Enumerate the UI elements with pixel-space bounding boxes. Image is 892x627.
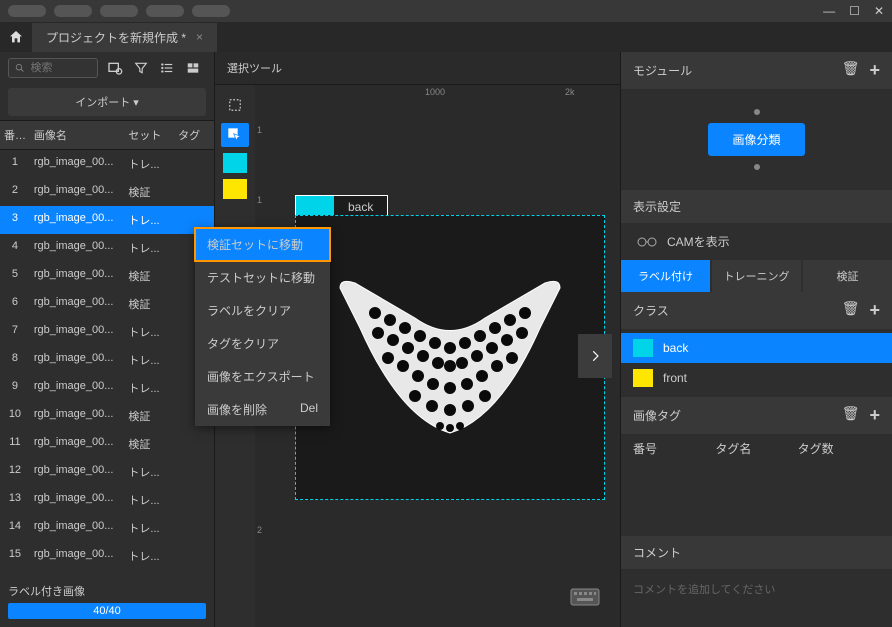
image-row[interactable]: 10rgb_image_00...検証	[0, 402, 214, 430]
image-row[interactable]: 1rgb_image_00...トレ...	[0, 150, 214, 178]
canvas-tool-label: 選択ツール	[215, 52, 620, 85]
col-tag[interactable]: タグ	[174, 121, 214, 149]
image-row[interactable]: 4rgb_image_00...トレ...	[0, 234, 214, 262]
project-tab[interactable]: プロジェクトを新規作成 * ×	[32, 23, 217, 52]
left-panel: インポート ▾ 番号 画像名 セット タグ 1rgb_image_00...トレ…	[0, 52, 215, 627]
glasses-icon	[637, 237, 657, 247]
image-row[interactable]: 15rgb_image_00...トレ...	[0, 542, 214, 570]
menu-pill[interactable]	[192, 5, 230, 17]
comment-header: コメント	[621, 536, 892, 569]
col-number[interactable]: 番号	[0, 121, 30, 149]
close-button[interactable]: ✕	[874, 4, 884, 18]
list-icon[interactable]	[158, 59, 176, 77]
menu-item: タグをクリア	[195, 327, 330, 360]
search-icon	[15, 62, 25, 74]
tag-columns: 番号 タグ名 タグ数	[621, 434, 892, 463]
image-row[interactable]: 9rgb_image_00...トレ...	[0, 374, 214, 402]
image-row[interactable]: 11rgb_image_00...検証	[0, 430, 214, 458]
mode-tabs: ラベル付け トレーニング 検証	[621, 260, 892, 292]
color-cyan[interactable]	[223, 153, 247, 173]
image-row[interactable]: 2rgb_image_00...検証	[0, 178, 214, 206]
col-set[interactable]: セット	[124, 121, 174, 149]
progress-label: ラベル付き画像	[8, 579, 206, 603]
menu-item[interactable]: ラベルをクリア	[195, 294, 330, 327]
class-list: backfront	[621, 329, 892, 397]
part-image	[320, 258, 580, 458]
image-table-header: 番号 画像名 セット タグ	[0, 120, 214, 150]
marquee-tool[interactable]	[221, 93, 249, 117]
node-dot	[754, 164, 760, 170]
maximize-button[interactable]: ☐	[849, 4, 860, 18]
titlebar: — ☐ ✕	[0, 0, 892, 22]
display-header: 表示設定	[621, 190, 892, 223]
keyboard-icon[interactable]	[570, 585, 600, 607]
import-button[interactable]: インポート ▾	[8, 88, 206, 116]
add-icon[interactable]: +	[869, 300, 880, 321]
image-tag-header: 画像タグ 🗑 +	[621, 397, 892, 434]
menu-pill[interactable]	[146, 5, 184, 17]
tab-validation[interactable]: 検証	[803, 260, 892, 292]
tab-training[interactable]: トレーニング	[712, 260, 801, 292]
image-frame[interactable]	[295, 215, 605, 500]
menu-pill[interactable]	[8, 5, 46, 17]
menu-item[interactable]: 画像をエクスポート	[195, 360, 330, 393]
class-header: クラス 🗑 +	[621, 292, 892, 329]
menu-item[interactable]: テストセットに移動	[195, 261, 330, 294]
add-icon[interactable]: +	[869, 60, 880, 81]
progress-bar: 40/40	[8, 603, 206, 619]
image-row[interactable]: 8rgb_image_00...トレ...	[0, 346, 214, 374]
module-chip[interactable]: 画像分類	[708, 123, 804, 156]
comment-input[interactable]: コメントを追加してください	[621, 569, 892, 609]
add-icon[interactable]: +	[869, 405, 880, 426]
image-row[interactable]: 7rgb_image_00...トレ...	[0, 318, 214, 346]
cam-toggle[interactable]: CAMを表示	[621, 223, 892, 260]
image-row[interactable]: 14rgb_image_00...トレ...	[0, 514, 214, 542]
tab-title: プロジェクトを新規作成 *	[46, 29, 186, 46]
tab-labeling[interactable]: ラベル付け	[621, 260, 710, 292]
trash-icon[interactable]: 🗑	[842, 405, 860, 426]
class-item[interactable]: back	[621, 333, 892, 363]
context-menu: 検証セットに移動テストセットに移動ラベルをクリアタグをクリア画像をエクスポート画…	[195, 228, 330, 426]
search-input[interactable]	[8, 58, 98, 78]
col-name[interactable]: 画像名	[30, 121, 125, 149]
tab-close-icon[interactable]: ×	[196, 30, 203, 44]
image-list: 1rgb_image_00...トレ...2rgb_image_00...検証3…	[0, 150, 214, 571]
trash-icon[interactable]: 🗑	[842, 300, 860, 321]
tabbar: プロジェクトを新規作成 * ×	[0, 22, 892, 52]
right-panel: モジュール 🗑 + 画像分類 表示設定 CAMを表示 ラベル付け トレーニング …	[620, 52, 892, 627]
home-icon[interactable]	[8, 29, 24, 45]
image-row[interactable]: 5rgb_image_00...検証	[0, 262, 214, 290]
filter-icon[interactable]	[132, 59, 150, 77]
menu-item[interactable]: 画像を削除Del	[195, 393, 330, 426]
image-row[interactable]: 13rgb_image_00...トレ...	[0, 486, 214, 514]
node-dot	[754, 109, 760, 115]
trash-icon[interactable]: 🗑	[842, 60, 860, 81]
next-image-button[interactable]	[578, 334, 612, 378]
module-header: モジュール 🗑 +	[621, 52, 892, 89]
ruler-horizontal: 1000 2k	[275, 85, 620, 105]
partition-icon[interactable]	[184, 59, 202, 77]
menu-pill[interactable]	[100, 5, 138, 17]
image-search-icon[interactable]	[106, 59, 124, 77]
image-row[interactable]: 6rgb_image_00...検証	[0, 290, 214, 318]
menu-pill[interactable]	[54, 5, 92, 17]
select-tool[interactable]	[221, 123, 249, 147]
color-yellow[interactable]	[223, 179, 247, 199]
menu-item[interactable]: 検証セットに移動	[195, 228, 330, 261]
minimize-button[interactable]: —	[823, 4, 835, 18]
image-row[interactable]: 12rgb_image_00...トレ...	[0, 458, 214, 486]
image-row[interactable]: 3rgb_image_00...トレ...	[0, 206, 214, 234]
class-item[interactable]: front	[621, 363, 892, 393]
